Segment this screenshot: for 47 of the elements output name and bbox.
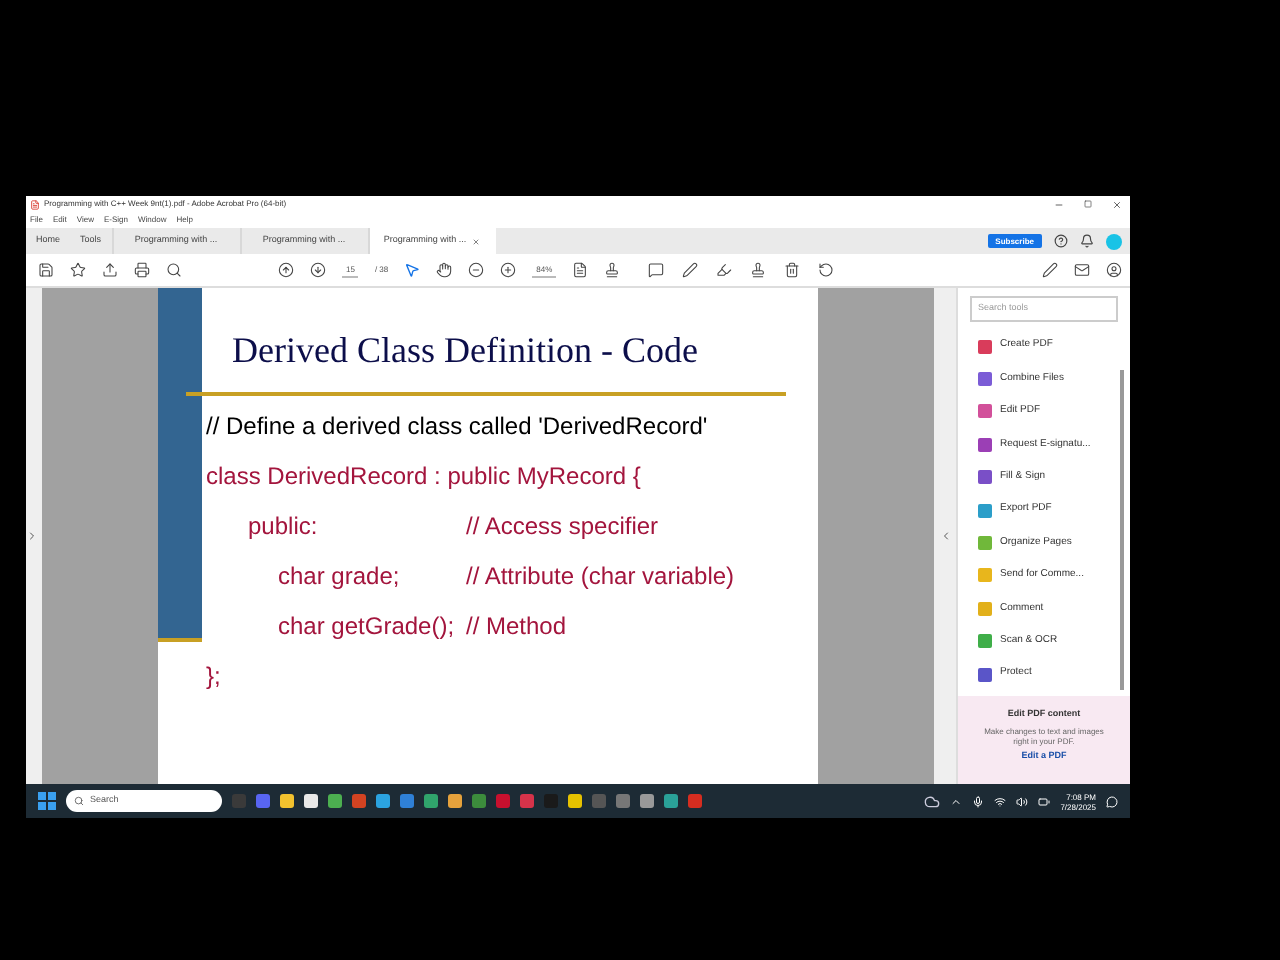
weather-icon[interactable] xyxy=(924,793,941,809)
user-icon[interactable] xyxy=(1106,262,1122,278)
help-icon[interactable] xyxy=(1054,234,1068,248)
pen-icon[interactable] xyxy=(1042,262,1058,278)
save-icon[interactable] xyxy=(38,262,54,278)
print-icon[interactable] xyxy=(134,262,150,278)
bell-icon[interactable] xyxy=(1080,234,1094,248)
code-comment: // Attribute (char variable) xyxy=(466,559,737,593)
pen-icon[interactable] xyxy=(682,262,699,278)
previous-page-icon[interactable] xyxy=(278,262,294,278)
search-icon xyxy=(74,796,84,806)
code-line: // Define a derived class called 'DerivedRecord' xyxy=(206,411,708,439)
speaker-icon[interactable] xyxy=(1016,795,1029,807)
pointer-icon[interactable] xyxy=(404,262,421,278)
page-icon[interactable] xyxy=(572,262,589,278)
next-page-icon[interactable] xyxy=(310,262,326,278)
code-line: public: xyxy=(248,511,318,539)
maximize-icon[interactable] xyxy=(1084,199,1092,207)
code-line: }; xyxy=(206,661,221,689)
slide-title: Derived Class Definition - Code xyxy=(230,328,700,374)
stamp-icon[interactable] xyxy=(604,262,621,278)
code-line: char getGrade(); xyxy=(278,611,455,639)
hand-icon[interactable] xyxy=(436,262,453,278)
search-icon[interactable] xyxy=(166,262,182,278)
code-line: char grade; xyxy=(278,561,400,589)
star-icon[interactable] xyxy=(70,262,86,278)
highlighter-icon[interactable] xyxy=(716,262,733,278)
upload-icon[interactable] xyxy=(102,262,118,278)
wifi-icon[interactable] xyxy=(994,795,1007,807)
trash-icon[interactable] xyxy=(784,262,801,278)
windows-start-icon[interactable] xyxy=(38,792,56,810)
stamp-icon[interactable] xyxy=(750,262,767,278)
zoom-out-icon[interactable] xyxy=(468,262,485,278)
code-comment: // Method xyxy=(466,609,569,643)
pdf-icon xyxy=(30,199,40,209)
zoom-in-icon[interactable] xyxy=(500,262,517,278)
notification-icon[interactable] xyxy=(1106,795,1118,807)
code-line: class DerivedRecord : public MyRecord { xyxy=(206,461,641,489)
accent-rule xyxy=(158,638,202,642)
mic-icon[interactable] xyxy=(972,795,985,807)
comment-icon[interactable] xyxy=(648,262,665,278)
battery-icon[interactable] xyxy=(1038,795,1051,807)
code-comment: // Access specifier xyxy=(466,509,661,543)
mail-icon[interactable] xyxy=(1074,262,1090,278)
chevron-up-icon[interactable] xyxy=(950,795,963,807)
scrollbar[interactable] xyxy=(1120,370,1124,690)
rotate-icon[interactable] xyxy=(818,262,835,278)
